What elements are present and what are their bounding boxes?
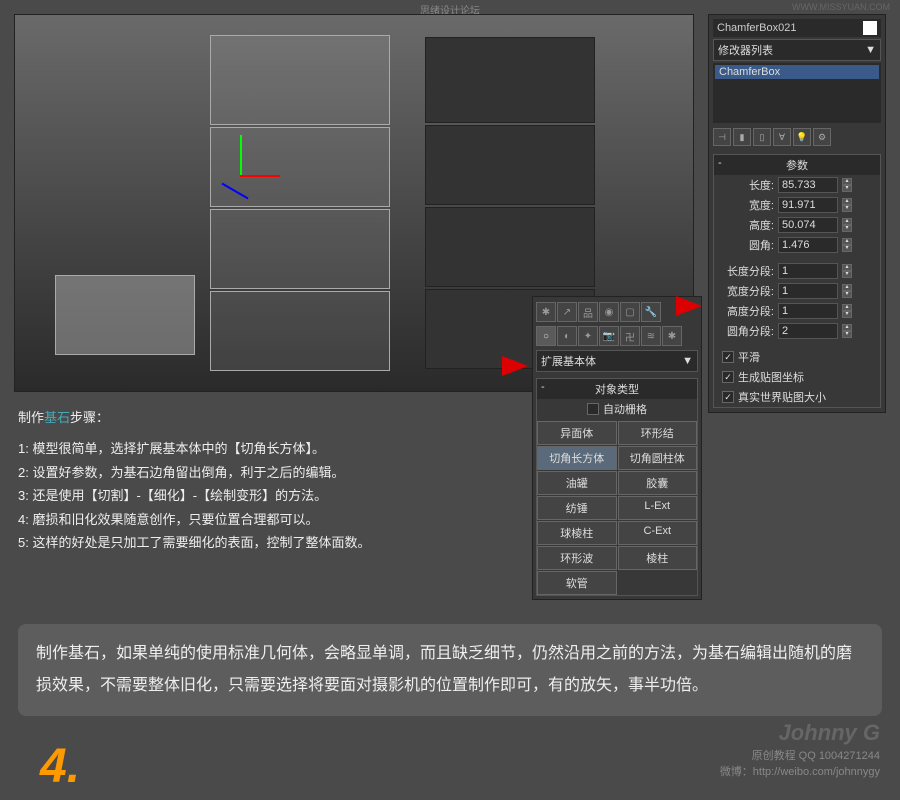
author-qq: 原创教程 QQ 1004271244 (720, 749, 880, 764)
height-segs-spinner[interactable]: 1 (778, 303, 838, 319)
spacewarps-cat-icon[interactable]: ≋ (641, 326, 661, 346)
obj-btn-capsule[interactable]: 胶囊 (618, 471, 698, 495)
gen-coords-label: 生成贴图坐标 (738, 369, 804, 385)
step-number: 4. (40, 739, 80, 794)
display-tab-icon[interactable]: ▢ (620, 302, 640, 322)
obj-btn-prism[interactable]: 棱柱 (618, 546, 698, 570)
fillet-spinner[interactable]: 1.476 (778, 237, 838, 253)
obj-btn-hose[interactable]: 软管 (537, 571, 617, 595)
autogrid-label: 自动栅格 (603, 401, 647, 417)
object-name-field[interactable]: ChamferBox021 (713, 19, 881, 37)
modifier-item[interactable]: ChamferBox (715, 65, 879, 79)
object-color-swatch[interactable] (863, 21, 877, 35)
author-name: Johnny G (720, 718, 880, 749)
geometry-cat-icon[interactable]: ○ (536, 326, 556, 346)
obj-btn-lext[interactable]: L-Ext (618, 496, 698, 520)
remove-modifier-icon[interactable]: ∀ (773, 128, 791, 146)
spin-down-icon[interactable]: ▾ (842, 185, 852, 192)
length-segs-spinner[interactable]: 1 (778, 263, 838, 279)
spin-up-icon[interactable]: ▴ (842, 178, 852, 185)
rollout-header-params[interactable]: 参数 (714, 155, 880, 175)
obj-btn-torusknot[interactable]: 环形结 (618, 421, 698, 445)
utilities-tab-icon[interactable]: 🔧 (641, 302, 661, 322)
make-unique-icon[interactable]: ▯ (753, 128, 771, 146)
pin-stack-icon[interactable]: ⊣ (713, 128, 731, 146)
autogrid-checkbox[interactable] (587, 403, 599, 415)
object-name-text: ChamferBox021 (717, 22, 797, 34)
instr-line-1: 1: 模型很简单，选择扩展基本体中的【切角长方体】。 (18, 437, 518, 460)
chevron-down-icon: ▼ (682, 355, 693, 367)
red-arrow-icon (676, 296, 702, 316)
object-type-header[interactable]: 对象类型 (537, 379, 697, 399)
modifier-list-dropdown[interactable]: 修改器列表 ▼ (713, 39, 881, 61)
hierarchy-tab-icon[interactable]: 品 (578, 302, 598, 322)
obj-btn-chamfercyl[interactable]: 切角圆柱体 (618, 446, 698, 470)
red-arrow-icon (502, 356, 528, 376)
fillet-segs-spinner[interactable]: 2 (778, 323, 838, 339)
parameters-rollout: 参数 长度:85.733▴▾ 宽度:91.971▴▾ 高度:50.074▴▾ 圆… (713, 154, 881, 408)
helpers-cat-icon[interactable]: 卍 (620, 326, 640, 346)
instr-line-5: 5: 这样的好处是只加工了需要细化的表面，控制了整体面数。 (18, 531, 518, 554)
real-world-checkbox[interactable]: ✓ (722, 391, 734, 403)
modify-tab-icon[interactable]: ↗ (557, 302, 577, 322)
obj-btn-ringwave[interactable]: 环形波 (537, 546, 617, 570)
lights-cat-icon[interactable]: ✦ (578, 326, 598, 346)
create-panel: ✱ ↗ 品 ◉ ▢ 🔧 ○ ◐ ✦ 📷 卍 ≋ ✱ 扩展基本体 ▼ 对象类型 自… (532, 296, 702, 600)
motion-tab-icon[interactable]: ◉ (599, 302, 619, 322)
summary-box: 制作基石，如果单纯的使用标准几何体，会略显单调，而且缺乏细节，仍然沿用之前的方法… (18, 624, 882, 716)
instr-title-highlight: 基石 (44, 410, 70, 425)
author-signature: Johnny G 原创教程 QQ 1004271244 微博：http://we… (720, 718, 880, 780)
obj-btn-oiltank[interactable]: 油罐 (537, 471, 617, 495)
obj-btn-cext[interactable]: C-Ext (618, 521, 698, 545)
instr-line-3: 3: 还是使用【切割】-【细化】-【绘制变形】的方法。 (18, 484, 518, 507)
width-label: 宽度: (720, 197, 774, 213)
length-label: 长度: (720, 177, 774, 193)
cameras-cat-icon[interactable]: 📷 (599, 326, 619, 346)
object-type-rollout: 对象类型 自动栅格 异面体 环形结 切角长方体 切角圆柱体 油罐 胶囊 纺锤 L… (536, 378, 698, 596)
fillet-label: 圆角: (720, 237, 774, 253)
create-tab-icon[interactable]: ✱ (536, 302, 556, 322)
smooth-label: 平滑 (738, 349, 760, 365)
obj-btn-hedra[interactable]: 异面体 (537, 421, 617, 445)
gen-coords-checkbox[interactable]: ✓ (722, 371, 734, 383)
obj-btn-gengon[interactable]: 球棱柱 (537, 521, 617, 545)
height-segs-label: 高度分段: (720, 303, 774, 319)
instr-title-pre: 制作 (18, 410, 44, 425)
modifier-stack[interactable]: ChamferBox (713, 63, 881, 123)
height-label: 高度: (720, 217, 774, 233)
smooth-checkbox[interactable]: ✓ (722, 351, 734, 363)
modifier-toolbar: ⊣ ▮ ▯ ∀ 💡 ⚙ (713, 126, 881, 148)
modify-panel: ChamferBox021 修改器列表 ▼ ChamferBox ⊣ ▮ ▯ ∀… (708, 14, 886, 413)
systems-cat-icon[interactable]: ✱ (662, 326, 682, 346)
instr-title-post: 步骤： (70, 410, 109, 425)
author-weibo: 微博：http://weibo.com/johnnygy (720, 765, 880, 780)
chevron-down-icon: ▼ (865, 44, 876, 56)
obj-btn-spindle[interactable]: 纺锤 (537, 496, 617, 520)
instr-line-2: 2: 设置好参数，为基石边角留出倒角，利于之后的编辑。 (18, 461, 518, 484)
width-spinner[interactable]: 91.971 (778, 197, 838, 213)
shapes-cat-icon[interactable]: ◐ (557, 326, 577, 346)
configure-sets-icon[interactable]: ⚙ (813, 128, 831, 146)
length-spinner[interactable]: 85.733 (778, 177, 838, 193)
url-watermark: WWW.MISSYUAN.COM (792, 2, 890, 12)
obj-btn-chamferbox[interactable]: 切角长方体 (537, 446, 617, 470)
width-segs-label: 宽度分段: (720, 283, 774, 299)
primitive-category-dropdown[interactable]: 扩展基本体 ▼ (536, 350, 698, 372)
real-world-label: 真实世界贴图大小 (738, 389, 826, 405)
summary-text: 制作基石，如果单纯的使用标准几何体，会略显单调，而且缺乏细节，仍然沿用之前的方法… (36, 645, 852, 694)
length-segs-label: 长度分段: (720, 263, 774, 279)
instr-line-4: 4: 磨损和旧化效果随意创作，只要位置合理都可以。 (18, 508, 518, 531)
height-spinner[interactable]: 50.074 (778, 217, 838, 233)
lightbulb-icon[interactable]: 💡 (793, 128, 811, 146)
show-end-result-icon[interactable]: ▮ (733, 128, 751, 146)
instructions-block: 制作基石步骤： 1: 模型很简单，选择扩展基本体中的【切角长方体】。 2: 设置… (18, 406, 518, 554)
fillet-segs-label: 圆角分段: (720, 323, 774, 339)
width-segs-spinner[interactable]: 1 (778, 283, 838, 299)
